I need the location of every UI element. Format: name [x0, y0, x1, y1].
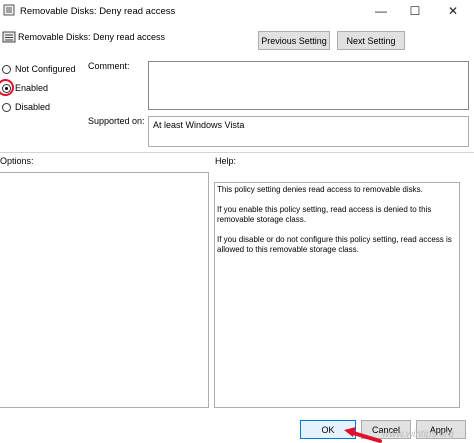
radio-label: Not Configured	[15, 64, 76, 74]
radio-button[interactable]	[2, 102, 11, 112]
window-title: Removable Disks: Deny read access	[20, 6, 176, 17]
radio-disabled[interactable]: Disabled	[2, 100, 50, 114]
radio-label: Disabled	[15, 102, 51, 112]
title-bar: Removable Disks: Deny read access — ☐ ✕	[0, 0, 474, 24]
red-arrow-icon	[344, 427, 382, 443]
divider	[0, 152, 474, 153]
watermark: www.wintips.org	[382, 429, 454, 440]
comment-textarea[interactable]	[148, 61, 469, 110]
help-paragraph: If you enable this policy setting, read …	[217, 205, 432, 224]
help-text-panel[interactable]: This policy setting denies read access t…	[214, 182, 460, 408]
supported-on-label: Supported on:	[88, 116, 145, 126]
help-label: Help:	[215, 156, 237, 166]
radio-not-configured[interactable]: Not Configured	[2, 62, 76, 76]
policy-icon	[2, 31, 16, 43]
help-paragraph: If you disable or do not configure this …	[217, 235, 452, 254]
help-paragraph: This policy setting denies read access t…	[217, 185, 423, 194]
comment-label: Comment:	[88, 61, 130, 71]
options-label: Options:	[0, 156, 34, 166]
radio-button[interactable]	[2, 64, 11, 74]
supported-on-field: At least Windows Vista	[148, 116, 469, 147]
next-setting-button[interactable]: Next Setting	[337, 31, 405, 50]
maximize-button[interactable]: ☐	[398, 0, 432, 22]
supported-on-value: At least Windows Vista	[153, 120, 245, 130]
close-button[interactable]: ✕	[432, 0, 474, 22]
minimize-button[interactable]: —	[364, 0, 398, 22]
options-panel	[0, 172, 209, 408]
radio-label: Enabled	[15, 83, 49, 93]
policy-name: Removable Disks: Deny read access	[18, 32, 166, 42]
previous-setting-button[interactable]: Previous Setting	[258, 31, 330, 50]
policy-settings-icon	[3, 4, 15, 16]
